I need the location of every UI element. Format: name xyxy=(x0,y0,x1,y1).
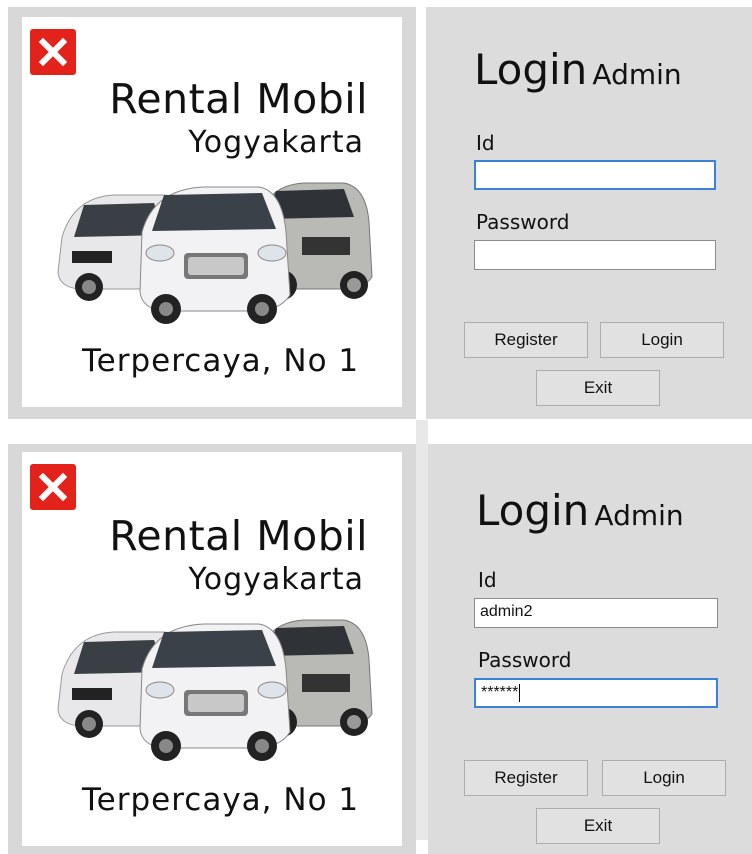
close-button[interactable] xyxy=(30,29,76,75)
brand-title: Rental Mobil xyxy=(109,512,368,560)
login-button[interactable]: Login xyxy=(602,760,726,796)
text-caret xyxy=(519,684,521,702)
brand-card: Rental Mobil Yogyakarta Terpercaya, No 1 xyxy=(22,452,402,846)
login-title-sub: Admin xyxy=(594,499,684,532)
brand-tagline: Terpercaya, No 1 xyxy=(82,782,360,818)
background-window-fragment xyxy=(416,420,428,840)
register-button[interactable]: Register xyxy=(464,760,588,796)
close-icon xyxy=(38,37,68,67)
brand-title: Rental Mobil xyxy=(109,75,368,123)
password-label: Password xyxy=(476,210,570,234)
id-label: Id xyxy=(476,131,495,155)
cars-image xyxy=(57,619,373,761)
login-title-main: Login xyxy=(476,486,590,535)
password-masked-value: ****** xyxy=(481,684,519,702)
login-title: Login Admin xyxy=(474,45,682,94)
cars-image xyxy=(57,182,373,324)
password-field[interactable]: ****** xyxy=(474,678,718,708)
login-button[interactable]: Login xyxy=(600,322,724,358)
exit-button[interactable]: Exit xyxy=(536,370,660,406)
login-panel: Login Admin Id admin2 Password ****** Re… xyxy=(428,444,752,854)
exit-button[interactable]: Exit xyxy=(536,808,660,844)
register-button[interactable]: Register xyxy=(464,322,588,358)
id-field[interactable]: admin2 xyxy=(474,598,718,628)
close-button[interactable] xyxy=(30,464,76,510)
login-title: Login Admin xyxy=(476,486,684,535)
brand-card: Rental Mobil Yogyakarta Terpercaya, No 1 xyxy=(22,17,402,407)
login-title-main: Login xyxy=(474,45,588,94)
brand-panel: Rental Mobil Yogyakarta Terpercaya, No 1 xyxy=(8,7,416,419)
brand-subtitle: Yogyakarta xyxy=(188,125,364,160)
close-icon xyxy=(38,472,68,502)
brand-subtitle: Yogyakarta xyxy=(188,562,364,597)
password-field[interactable] xyxy=(474,240,716,270)
id-label: Id xyxy=(478,568,497,592)
id-field[interactable] xyxy=(474,160,716,190)
login-panel: Login Admin Id Password Register Login E… xyxy=(426,7,752,419)
brand-panel: Rental Mobil Yogyakarta Terpercaya, No 1 xyxy=(8,444,416,854)
brand-tagline: Terpercaya, No 1 xyxy=(82,343,360,379)
password-label: Password xyxy=(478,648,572,672)
login-title-sub: Admin xyxy=(592,58,682,91)
